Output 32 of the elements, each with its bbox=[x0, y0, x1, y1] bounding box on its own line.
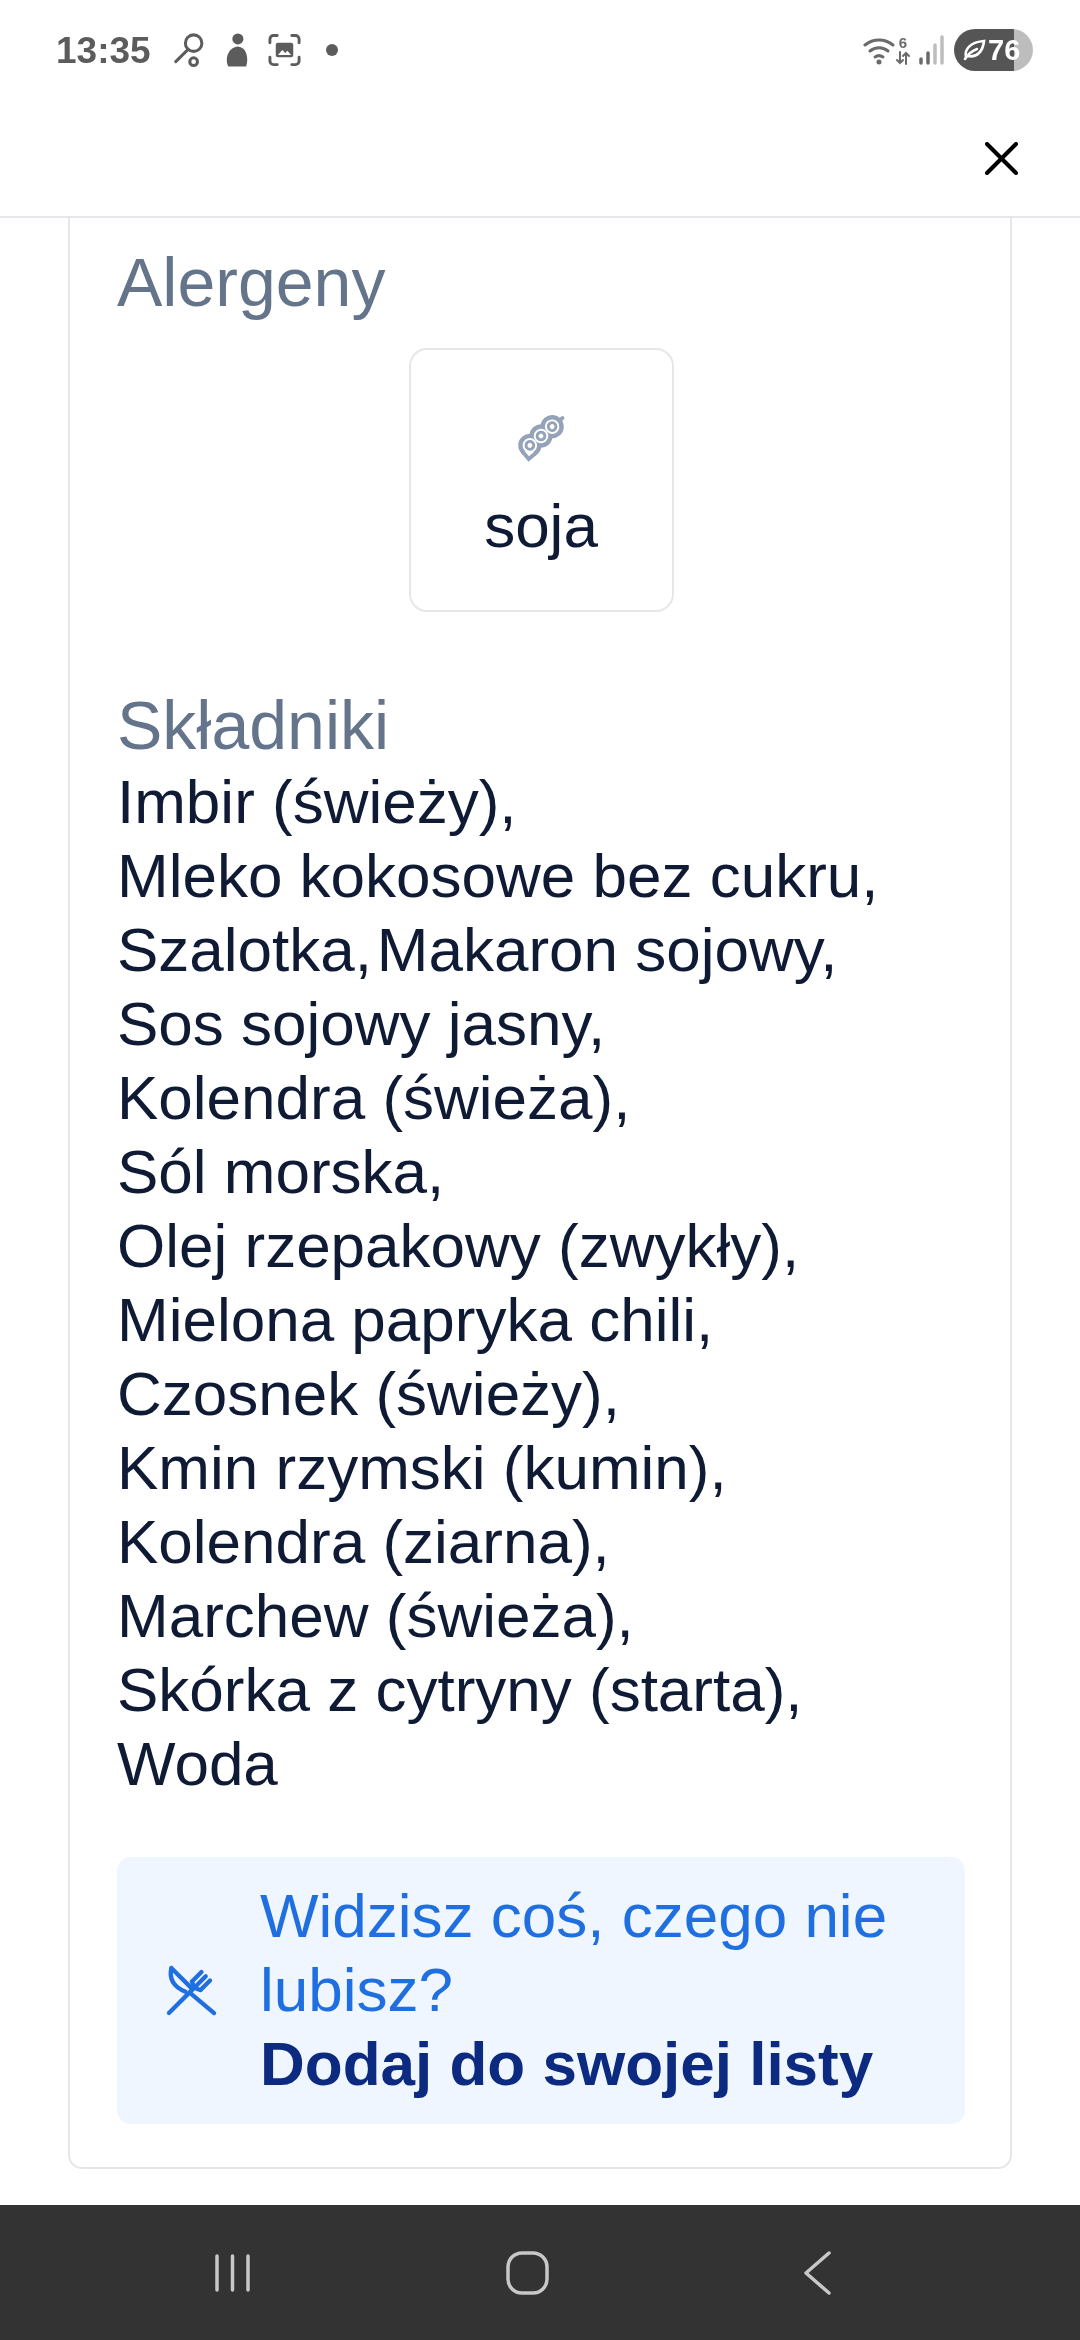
allergens-heading: Alergeny bbox=[117, 245, 387, 319]
leaf-icon bbox=[962, 39, 986, 61]
ingredient-item: Marchew (świeża), bbox=[117, 1580, 634, 1652]
ingredient-item: Sos sojowy jasny, bbox=[117, 988, 606, 1060]
ingredient-item: Skórka z cytryny (starta), bbox=[117, 1654, 803, 1726]
ingredient-item: Szalotka, bbox=[117, 914, 373, 986]
home-icon[interactable] bbox=[505, 2250, 549, 2295]
wifi-standard-label: 6 bbox=[898, 34, 908, 50]
ingredient-item: Woda bbox=[117, 1728, 278, 1800]
recent-apps-icon[interactable] bbox=[213, 2252, 251, 2293]
back-icon[interactable] bbox=[803, 2250, 831, 2295]
ingredient-item: Czosnek (świeży), bbox=[117, 1358, 620, 1430]
notification-dot-icon bbox=[325, 44, 338, 56]
ingredient-item: Makaron sojowy, bbox=[376, 914, 838, 986]
signal-icon bbox=[918, 34, 946, 66]
ingredient-item: Imbir (świeży), bbox=[117, 766, 517, 838]
key-icon bbox=[172, 32, 206, 68]
ingredients-heading: Składniki bbox=[117, 688, 391, 762]
ingredient-item: Mleko kokosowe bez cukru, bbox=[117, 840, 879, 912]
status-time: 13:35 bbox=[56, 31, 151, 69]
banner-question: Widzisz coś, czego nie lubisz? bbox=[260, 1880, 889, 2026]
add-to-list-link[interactable]: Dodaj do swojej listy bbox=[260, 2027, 874, 2101]
ingredient-item: Kolendra (ziarna), bbox=[117, 1506, 610, 1578]
ingredient-item: Olej rzepakowy (zwykły), bbox=[117, 1210, 800, 1282]
allergen-name: soja bbox=[484, 491, 598, 561]
ingredient-item: Sól morska, bbox=[117, 1136, 445, 1208]
ingredient-item: Mielona papryka chili, bbox=[117, 1284, 714, 1356]
screenshot-icon bbox=[266, 32, 302, 68]
ingredient-item: Kmin rzymski (kumin), bbox=[117, 1432, 727, 1504]
close-icon bbox=[985, 141, 1018, 175]
ingredient-item: Kolendra (świeża), bbox=[117, 1062, 631, 1134]
data-arrows-icon bbox=[896, 49, 910, 66]
